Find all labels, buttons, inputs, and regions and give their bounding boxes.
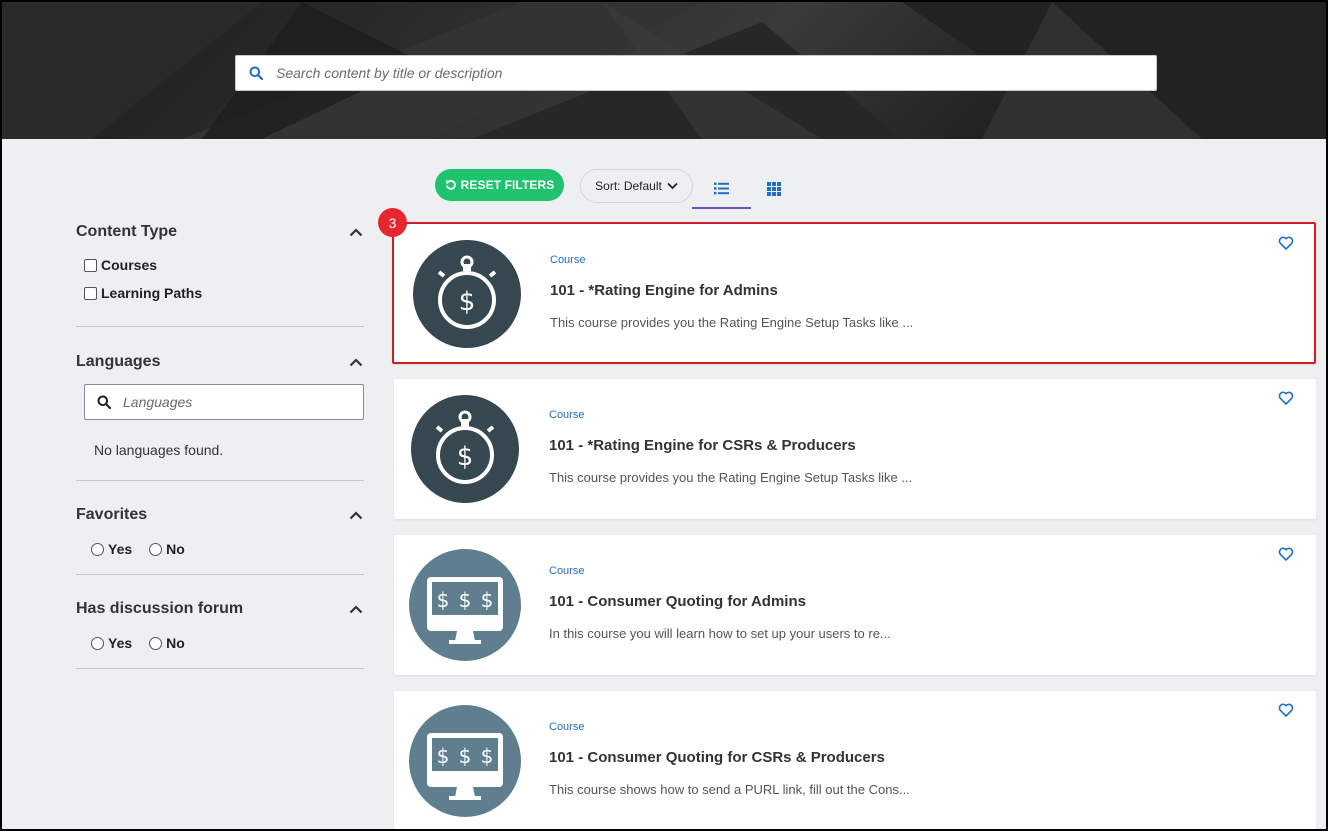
stopwatch-dollar-icon: $	[411, 395, 519, 503]
list-view-toggle[interactable]	[692, 169, 751, 209]
svg-text:$: $	[459, 744, 472, 768]
favorites-no-radio[interactable]	[149, 542, 163, 556]
discussion-yes-option[interactable]: Yes	[91, 635, 132, 651]
hero-banner: Search content by title or description	[2, 2, 1326, 139]
card-type: Course	[549, 409, 585, 421]
card-description: In this course you will learn how to set…	[549, 626, 891, 641]
option-label: No	[166, 541, 185, 557]
svg-text:$: $	[459, 287, 476, 317]
svg-text:$: $	[457, 442, 474, 472]
filter-languages: Languages Languages No languages found.	[76, 327, 364, 481]
no-languages-message: No languages found.	[94, 442, 224, 458]
chevron-down-icon	[667, 182, 678, 190]
favorites-yes-radio[interactable]	[91, 542, 104, 556]
monitor-dollars-icon: $ $ $	[409, 549, 521, 661]
option-label: Yes	[108, 541, 133, 557]
monitor-dollars-icon: $ $ $	[409, 705, 521, 817]
filter-discussion: Has discussion forum Yes No	[76, 575, 364, 669]
course-card[interactable]: $ $ $ Course 101 - Consumer Quoting for …	[394, 691, 1316, 829]
heart-icon[interactable]	[1278, 546, 1294, 562]
stopwatch-dollar-icon: $	[413, 240, 521, 348]
favorites-no-option[interactable]: No	[149, 541, 185, 557]
course-card[interactable]: $ $ $ Course 101 - Consumer Quoting for …	[394, 535, 1316, 675]
card-title[interactable]: 101 - Consumer Quoting for CSRs & Produc…	[549, 749, 885, 766]
filter-title: Content Type	[76, 223, 178, 240]
learning-paths-checkbox[interactable]	[84, 286, 97, 300]
filter-header-discussion[interactable]: Has discussion forum	[76, 575, 364, 618]
discussion-yes-radio[interactable]	[91, 636, 104, 650]
svg-text:$: $	[481, 744, 494, 768]
languages-input[interactable]: Languages	[123, 394, 192, 410]
filter-title: Has discussion forum	[76, 600, 244, 617]
card-title[interactable]: 101 - *Rating Engine for CSRs & Producer…	[549, 437, 856, 454]
reset-icon	[445, 180, 456, 190]
chevron-up-icon[interactable]	[348, 354, 364, 370]
heart-icon[interactable]	[1278, 390, 1294, 406]
heart-icon[interactable]	[1278, 702, 1294, 718]
svg-text:$: $	[481, 588, 494, 612]
card-description: This course provides you the Rating Engi…	[550, 315, 914, 330]
option-label: No	[166, 635, 185, 651]
search-bar[interactable]: Search content by title or description	[235, 55, 1157, 91]
course-card[interactable]: $ Course 101 - *Rating Engine for Admins…	[392, 222, 1316, 364]
search-icon	[236, 66, 276, 80]
discussion-no-option[interactable]: No	[149, 635, 185, 651]
card-type: Course	[550, 254, 586, 266]
app-frame: Search content by title or description R…	[0, 0, 1328, 831]
option-learning-paths[interactable]: Learning Paths	[84, 285, 364, 301]
filter-header-languages[interactable]: Languages	[76, 327, 364, 371]
svg-text:$: $	[437, 744, 450, 768]
filter-content-type: Content Type Courses Learning Paths	[76, 214, 364, 327]
filter-header-content-type[interactable]: Content Type	[76, 214, 364, 241]
search-input[interactable]: Search content by title or description	[276, 65, 502, 81]
favorites-yes-option[interactable]: Yes	[91, 541, 132, 557]
search-icon	[85, 395, 123, 409]
languages-search-field[interactable]: Languages	[84, 384, 364, 420]
annotation-badge: 3	[378, 208, 407, 237]
list-icon	[714, 182, 729, 194]
filter-favorites: Favorites Yes No	[76, 481, 364, 575]
reset-filters-label: RESET FILTERS	[460, 178, 555, 192]
reset-filters-button[interactable]: RESET FILTERS	[435, 169, 564, 201]
card-title[interactable]: 101 - Consumer Quoting for Admins	[549, 593, 806, 610]
course-card[interactable]: $ Course 101 - *Rating Engine for CSRs &…	[394, 379, 1316, 519]
filter-header-favorites[interactable]: Favorites	[76, 481, 364, 524]
grid-icon	[767, 182, 781, 196]
sort-dropdown[interactable]: Sort: Default	[580, 169, 693, 203]
sort-label: Sort: Default	[595, 179, 662, 193]
chevron-up-icon[interactable]	[348, 507, 364, 523]
discussion-no-radio[interactable]	[149, 636, 163, 650]
filter-title: Languages	[76, 353, 161, 370]
grid-view-toggle[interactable]	[754, 169, 794, 209]
option-label: Learning Paths	[101, 285, 203, 301]
option-courses[interactable]: Courses	[84, 257, 364, 273]
svg-text:$: $	[459, 588, 472, 612]
chevron-up-icon[interactable]	[348, 601, 364, 617]
card-type: Course	[549, 721, 585, 733]
svg-text:$: $	[437, 588, 450, 612]
card-description: This course provides you the Rating Engi…	[549, 470, 913, 485]
option-label: Courses	[101, 257, 158, 273]
courses-checkbox[interactable]	[84, 258, 97, 272]
card-type: Course	[549, 565, 585, 577]
filter-sidebar: Content Type Courses Learning Paths Lang…	[76, 214, 364, 669]
filter-title: Favorites	[76, 506, 148, 523]
option-label: Yes	[108, 635, 133, 651]
card-description: This course shows how to send a PURL lin…	[549, 782, 910, 797]
heart-icon[interactable]	[1278, 235, 1294, 251]
chevron-up-icon[interactable]	[348, 224, 364, 240]
card-title[interactable]: 101 - *Rating Engine for Admins	[550, 282, 778, 299]
